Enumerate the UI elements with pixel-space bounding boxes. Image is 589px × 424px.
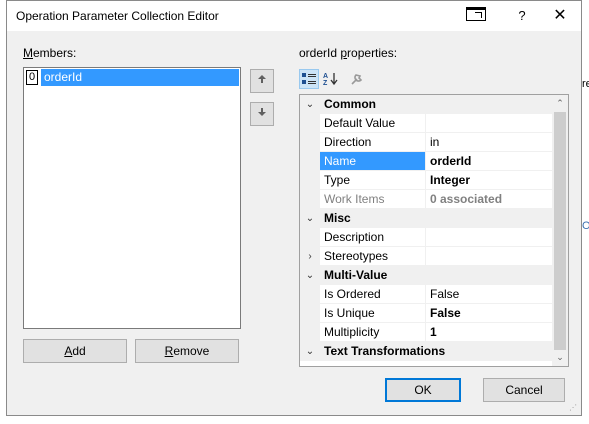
property-name[interactable]: Is Ordered	[320, 285, 426, 304]
property-value[interactable]: orderId	[426, 152, 552, 171]
arrow-down-icon	[258, 108, 266, 116]
row-lane	[300, 228, 320, 247]
property-value[interactable]	[426, 228, 552, 247]
scroll-up-icon[interactable]: ⌃	[552, 95, 568, 112]
list-item[interactable]: 0 orderId	[25, 69, 239, 86]
member-index: 0	[26, 70, 38, 85]
row-lane	[300, 152, 320, 171]
row-lane	[300, 190, 320, 209]
remove-button[interactable]: Remove	[135, 339, 239, 363]
property-row[interactable]: Direction in	[300, 133, 552, 152]
property-value[interactable]: False	[426, 304, 552, 323]
property-row[interactable]: Work Items 0 associated	[300, 190, 552, 209]
property-name[interactable]: Stereotypes	[320, 247, 426, 266]
property-row[interactable]: Is Ordered False	[300, 285, 552, 304]
property-value[interactable]: in	[426, 133, 552, 152]
property-name[interactable]: Name	[320, 152, 426, 171]
row-lane	[300, 171, 320, 190]
expand-icon[interactable]: ›	[300, 247, 320, 266]
row-lane	[300, 304, 320, 323]
property-category[interactable]: ⌄ Misc	[300, 209, 552, 228]
category-name: Multi-Value	[324, 268, 388, 282]
property-pages-icon	[351, 74, 363, 85]
collapse-icon[interactable]: ⌄	[300, 342, 320, 361]
add-button[interactable]: Add	[23, 339, 127, 363]
property-value[interactable]: Integer	[426, 171, 552, 190]
property-category[interactable]: ⌄ Text Transformations	[300, 342, 552, 361]
property-value[interactable]	[426, 114, 552, 133]
categorized-button[interactable]	[299, 69, 319, 89]
scroll-down-icon[interactable]: ⌄	[552, 349, 568, 366]
row-lane	[300, 323, 320, 342]
cancel-button[interactable]: Cancel	[483, 378, 565, 402]
property-value[interactable]	[426, 247, 552, 266]
property-grid-scrollbar[interactable]: ⌃ ⌄	[552, 95, 568, 366]
collapse-icon[interactable]: ⌄	[300, 95, 320, 114]
property-grid-toolbar: AZ	[299, 69, 369, 89]
restore-icon	[466, 7, 486, 21]
resize-grip-icon[interactable]: ⋰	[569, 403, 579, 413]
category-name: Misc	[324, 211, 351, 225]
row-lane	[300, 133, 320, 152]
svg-text:Z: Z	[323, 80, 328, 86]
property-name[interactable]: Description	[320, 228, 426, 247]
scroll-thumb[interactable]	[554, 112, 566, 350]
arrow-up-icon	[258, 75, 266, 83]
property-category[interactable]: ⌄ Common	[300, 95, 552, 114]
close-button[interactable]: ✕	[537, 1, 583, 31]
property-grid[interactable]: ⌄ Common Default Value Direction in Name order…	[299, 94, 569, 367]
move-up-button[interactable]	[250, 69, 274, 93]
property-name[interactable]: Direction	[320, 133, 426, 152]
property-name[interactable]: Default Value	[320, 114, 426, 133]
collection-editor-dialog: Operation Parameter Collection Editor ? …	[6, 0, 582, 416]
property-category[interactable]: ⌄ Multi-Value	[300, 266, 552, 285]
property-row[interactable]: Name orderId	[300, 152, 552, 171]
background-fragment-top: re	[582, 78, 589, 90]
collapse-icon[interactable]: ⌄	[300, 209, 320, 228]
property-value[interactable]: 0 associated	[426, 190, 552, 209]
restore-button[interactable]	[453, 1, 499, 31]
property-row[interactable]: Default Value	[300, 114, 552, 133]
members-list[interactable]: 0 orderId	[23, 67, 241, 329]
property-value[interactable]: False	[426, 285, 552, 304]
property-value[interactable]: 1	[426, 323, 552, 342]
svg-text:A: A	[323, 73, 328, 80]
members-label: Members:	[23, 46, 77, 60]
alphabetical-button[interactable]: AZ	[321, 69, 341, 89]
category-name: Text Transformations	[324, 344, 446, 358]
property-row[interactable]: Type Integer	[300, 171, 552, 190]
property-pages-button[interactable]	[347, 69, 367, 89]
window-title: Operation Parameter Collection Editor	[16, 9, 219, 23]
property-row[interactable]: Is Unique False	[300, 304, 552, 323]
property-name[interactable]: Type	[320, 171, 426, 190]
properties-label: orderId properties:	[299, 46, 398, 60]
property-row[interactable]: › Stereotypes	[300, 247, 552, 266]
background-fragment-mid: Or	[582, 220, 589, 232]
member-name: orderId	[41, 69, 239, 86]
row-lane	[300, 114, 320, 133]
collapse-icon[interactable]: ⌄	[300, 266, 320, 285]
alphabetical-icon: AZ	[323, 73, 338, 87]
ok-button[interactable]: OK	[385, 378, 461, 402]
property-row[interactable]: Description	[300, 228, 552, 247]
move-down-button[interactable]	[250, 102, 274, 126]
row-lane	[300, 285, 320, 304]
category-name: Common	[324, 97, 376, 111]
property-row[interactable]: Multiplicity 1	[300, 323, 552, 342]
property-name[interactable]: Multiplicity	[320, 323, 426, 342]
property-name[interactable]: Work Items	[320, 190, 426, 209]
property-name[interactable]: Is Unique	[320, 304, 426, 323]
title-bar: Operation Parameter Collection Editor ? …	[7, 1, 581, 31]
categorized-icon	[302, 73, 316, 84]
